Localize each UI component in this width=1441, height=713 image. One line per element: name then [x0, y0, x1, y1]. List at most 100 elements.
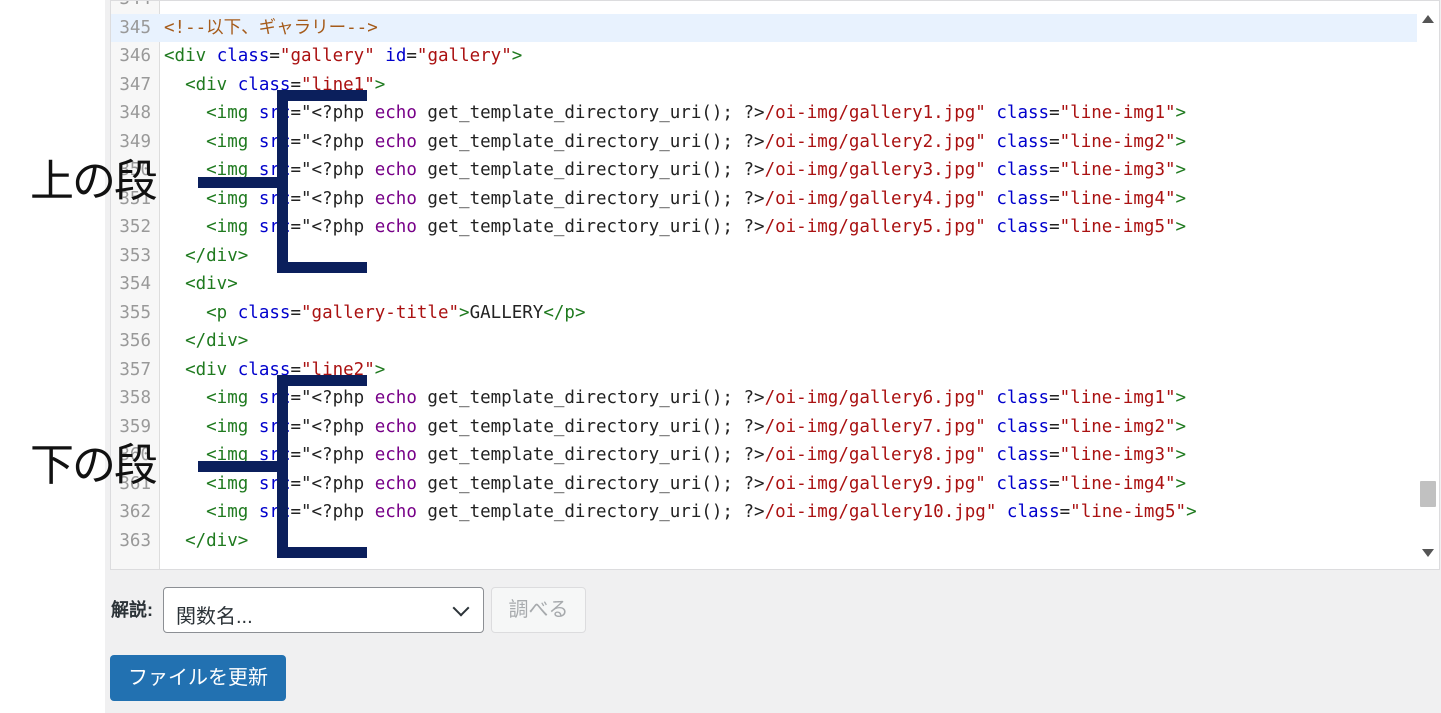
code-token: /oi-img/gallery7.jpg" — [764, 416, 986, 437]
code-token: = — [1049, 217, 1060, 237]
code-token: =" — [290, 416, 312, 437]
scroll-down-icon[interactable] — [1422, 549, 1434, 557]
code-token: <img — [164, 473, 259, 494]
code-token: > — [1175, 445, 1187, 465]
code-token: = — [1049, 445, 1060, 465]
code-token: "line-img5" — [1059, 217, 1176, 237]
code-token: <img — [164, 502, 259, 522]
code-line[interactable]: 346 <div class="gallery" id="gallery"> — [111, 42, 1417, 70]
code-line[interactable]: 359 <img src="<?php echo get_template_di… — [111, 413, 1417, 441]
code-token: <p — [164, 302, 238, 323]
code-token: echo — [374, 188, 417, 209]
code-line[interactable]: 344 — [111, 1, 1417, 13]
lower-bracket-pointer — [198, 461, 288, 472]
code-line[interactable]: 358 <img src="<?php echo get_template_di… — [111, 384, 1417, 412]
line-number: 352 — [119, 217, 151, 237]
code-line[interactable]: 355 <p class="gallery-title">GALLERY</p> — [111, 299, 1417, 327]
code-line[interactable]: 362 <img src="<?php echo get_template_di… — [111, 498, 1417, 526]
code-token: get_template_directory_uri(); ?> — [416, 217, 765, 237]
code-token: > — [511, 46, 523, 66]
code-text: <img src="<?php echo get_template_direct… — [164, 470, 1186, 498]
code-token: "line-img2" — [1059, 131, 1176, 152]
code-text: <img src="<?php echo get_template_direct… — [164, 185, 1186, 213]
code-token: <div> — [164, 274, 238, 294]
code-line[interactable]: 354 <div> — [111, 270, 1417, 298]
line-number: 345 — [119, 17, 151, 38]
code-token: = — [1059, 502, 1071, 522]
code-line[interactable]: 345 <!--以下、ギャラリー--> — [111, 13, 1417, 42]
line-number: 348 — [119, 103, 151, 123]
code-token: class — [996, 103, 1050, 123]
code-token: > — [1175, 473, 1187, 494]
code-token: =" — [290, 473, 312, 494]
code-token: =" — [290, 388, 312, 408]
code-line[interactable]: 349 <img src="<?php echo get_template_di… — [111, 128, 1417, 156]
code-token: echo — [374, 416, 417, 437]
code-token: class — [996, 217, 1050, 237]
code-token: class — [996, 473, 1050, 494]
code-token: <?php — [311, 445, 375, 465]
code-text: <img src="<?php echo get_template_direct… — [164, 498, 1196, 526]
code-token: get_template_directory_uri(); ?> — [416, 160, 765, 180]
code-line[interactable]: 352 <img src="<?php echo get_template_di… — [111, 213, 1417, 241]
upper-bracket-bottom — [277, 262, 367, 273]
code-line[interactable]: 351 <img src="<?php echo get_template_di… — [111, 185, 1417, 213]
code-token: =" — [290, 131, 312, 152]
code-token: echo — [374, 160, 417, 180]
code-token: <?php — [311, 217, 375, 237]
code-token: > — [374, 74, 386, 95]
editor-scrollbar[interactable] — [1417, 1, 1439, 569]
code-editor[interactable]: 344345<!--以下、ギャラリー-->346<div class="gall… — [110, 0, 1440, 570]
code-token: "line-img2" — [1059, 416, 1176, 437]
code-token: <div — [164, 46, 217, 66]
code-token: /oi-img/gallery6.jpg" — [764, 388, 986, 408]
code-text: </div> — [164, 527, 248, 555]
upper-row-label: 上の段 — [30, 156, 158, 207]
code-token: get_template_directory_uri(); ?> — [416, 131, 765, 152]
code-token: > — [1175, 131, 1187, 152]
code-token: </div> — [164, 331, 249, 351]
code-line[interactable]: 350 <img src="<?php echo get_template_di… — [111, 156, 1417, 184]
code-token: <?php — [311, 188, 375, 209]
code-text: </div> — [164, 327, 248, 355]
line-number: 344 — [111, 1, 151, 13]
code-token: class — [1006, 502, 1060, 522]
code-token: <img — [164, 217, 259, 237]
code-token: </div> — [164, 530, 249, 551]
code-line[interactable]: 360 <img src="<?php echo get_template_di… — [111, 441, 1417, 469]
code-line[interactable]: 348 <img src="<?php echo get_template_di… — [111, 99, 1417, 127]
scrollbar-thumb[interactable] — [1420, 481, 1436, 507]
code-token: =" — [290, 103, 312, 123]
code-token: <?php — [311, 131, 375, 152]
function-name-select[interactable]: 関数名... — [163, 587, 484, 633]
upper-bracket-top — [277, 90, 367, 101]
code-token: get_template_directory_uri(); ?> — [416, 416, 765, 437]
code-token: = — [1049, 473, 1060, 494]
code-token: > — [1175, 217, 1187, 237]
code-token: =" — [290, 217, 312, 237]
code-line[interactable]: 361 <img src="<?php echo get_template_di… — [111, 470, 1417, 498]
code-token: class — [237, 302, 291, 323]
code-token: /oi-img/gallery4.jpg" — [764, 188, 986, 209]
code-token: > — [1175, 188, 1187, 209]
code-token: "line-img3" — [1059, 445, 1176, 465]
code-token: <?php — [311, 502, 375, 522]
code-text: <img src="<?php echo get_template_direct… — [164, 213, 1186, 241]
scroll-up-icon[interactable] — [1422, 15, 1434, 23]
code-line[interactable]: 356 </div> — [111, 327, 1417, 355]
code-token: = — [1049, 160, 1060, 180]
code-text: <p class="gallery-title">GALLERY</p> — [164, 299, 585, 327]
code-token: <?php — [311, 160, 375, 180]
lookup-button[interactable]: 調べる — [491, 587, 586, 633]
update-file-button[interactable]: ファイルを更新 — [110, 655, 286, 701]
code-token: /oi-img/gallery1.jpg" — [764, 103, 986, 123]
code-token: <img — [164, 388, 259, 408]
code-token: = — [1049, 131, 1060, 152]
documentation-label: 解説: — [111, 600, 153, 620]
